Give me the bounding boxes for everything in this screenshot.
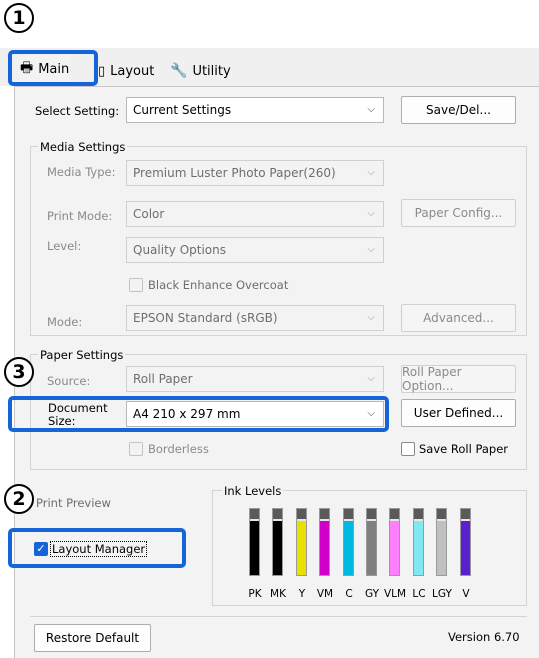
ink-bar-gy <box>366 508 377 576</box>
wrench-icon: 🔧 <box>170 63 188 79</box>
chevron-down-icon: ⌵ <box>367 104 375 115</box>
print-mode-value: Color <box>133 207 165 221</box>
ink-bar-y <box>296 508 307 576</box>
ink-bar-vm <box>319 508 330 576</box>
mode-value: EPSON Standard (sRGB) <box>133 311 278 325</box>
borderless-checkbox[interactable] <box>129 442 143 456</box>
roll-paper-option-button[interactable]: Roll Paper Option... <box>401 365 516 393</box>
media-settings-title: Media Settings <box>38 140 128 154</box>
chevron-down-icon: ⌵ <box>367 167 375 178</box>
mode-dropdown[interactable]: EPSON Standard (sRGB) ⌵ <box>126 305 384 331</box>
media-type-value: Premium Luster Photo Paper(260) <box>133 166 336 180</box>
ink-label-pk: PK <box>248 588 262 600</box>
save-roll-paper-label: Save Roll Paper <box>419 442 509 456</box>
ink-fill <box>437 520 446 575</box>
ink-fill <box>390 520 399 575</box>
ink-cap <box>320 509 329 519</box>
version-text: Version 6.70 <box>448 630 520 644</box>
ink-fill <box>273 520 282 575</box>
marker-3-text: 3 <box>12 360 26 383</box>
restore-default-button[interactable]: Restore Default <box>34 624 151 652</box>
tab-utility-label: Utility <box>192 63 231 79</box>
ink-fill <box>320 520 329 575</box>
ink-cap <box>367 509 376 519</box>
print-mode-dropdown[interactable]: Color ⌵ <box>126 201 384 227</box>
ink-bar-c <box>343 508 354 576</box>
paper-settings-title: Paper Settings <box>38 348 126 362</box>
callout-marker-3: 3 <box>4 357 34 387</box>
ink-fill <box>250 520 259 575</box>
paper-config-button[interactable]: Paper Config... <box>401 199 516 227</box>
marker-1-text: 1 <box>12 6 26 29</box>
chevron-down-icon: ⌵ <box>367 312 375 323</box>
ink-fill <box>461 520 470 575</box>
ink-label-c: C <box>345 588 353 600</box>
ink-label-mk: MK <box>270 588 286 600</box>
level-value: Quality Options <box>133 243 226 257</box>
source-value: Roll Paper <box>133 372 193 386</box>
chevron-down-icon: ⌵ <box>367 373 375 384</box>
black-enhance-checkbox[interactable] <box>129 278 143 292</box>
ink-bar-lc <box>413 508 424 576</box>
ink-fill <box>297 520 306 575</box>
tab-utility[interactable]: 🔧 Utility <box>170 56 231 86</box>
ink-fill <box>367 520 376 575</box>
ink-label-vlm: VLM <box>383 588 407 600</box>
callout-marker-1: 1 <box>4 3 34 33</box>
marker-2-text: 2 <box>12 487 26 510</box>
ink-cap <box>250 509 259 519</box>
bottom-divider <box>30 616 527 617</box>
save-del-button[interactable]: Save/Del... <box>401 96 516 124</box>
ink-cap <box>297 509 306 519</box>
ink-bar-vlm <box>389 508 400 576</box>
ink-bar-mk <box>272 508 283 576</box>
level-dropdown[interactable]: Quality Options ⌵ <box>126 237 384 263</box>
advanced-button[interactable]: Advanced... <box>401 304 516 332</box>
ink-label-lgy: LGY <box>432 588 452 600</box>
save-roll-paper-checkbox[interactable] <box>401 442 415 456</box>
chevron-down-icon: ⌵ <box>367 208 375 219</box>
ink-cap <box>461 509 470 519</box>
print-preview-label: Print Preview <box>36 496 111 510</box>
ink-fill <box>414 520 423 575</box>
ink-bar-pk <box>249 508 260 576</box>
highlight-main-tab <box>8 50 98 86</box>
mode-label: Mode: <box>47 315 83 329</box>
source-label: Source: <box>47 374 91 388</box>
ink-bar-lgy <box>436 508 447 576</box>
chevron-down-icon: ⌵ <box>367 244 375 255</box>
ink-cap <box>437 509 446 519</box>
source-dropdown[interactable]: Roll Paper ⌵ <box>126 366 384 392</box>
ink-label-lc: LC <box>412 588 426 600</box>
ink-levels-title: Ink Levels <box>222 484 284 498</box>
media-type-label: Media Type: <box>47 165 116 179</box>
select-setting-dropdown[interactable]: Current Settings ⌵ <box>126 97 384 123</box>
black-enhance-label: Black Enhance Overcoat <box>148 278 289 292</box>
ink-label-y: Y <box>298 588 306 600</box>
level-label: Level: <box>47 239 82 253</box>
ink-cap <box>414 509 423 519</box>
callout-marker-2: 2 <box>4 484 34 514</box>
ink-cap <box>390 509 399 519</box>
ink-label-vm: VM <box>316 588 334 600</box>
highlight-layout-manager <box>8 528 186 568</box>
ink-bar-v <box>460 508 471 576</box>
user-defined-button[interactable]: User Defined... <box>401 399 516 427</box>
print-mode-label: Print Mode: <box>47 209 113 223</box>
ink-label-gy: GY <box>364 588 380 600</box>
ink-fill <box>344 520 353 575</box>
highlight-document-size <box>8 396 389 432</box>
tab-layout[interactable]: ▯ Layout <box>98 56 154 86</box>
ink-label-v: V <box>462 588 470 600</box>
tab-layout-label: Layout <box>110 63 155 79</box>
select-setting-value: Current Settings <box>133 103 232 117</box>
ink-cap <box>273 509 282 519</box>
select-setting-label: Select Setting: <box>35 104 120 118</box>
layout-icon: ▯ <box>98 63 106 79</box>
ink-cap <box>344 509 353 519</box>
borderless-label: Borderless <box>148 442 209 456</box>
media-type-dropdown[interactable]: Premium Luster Photo Paper(260) ⌵ <box>126 160 384 186</box>
